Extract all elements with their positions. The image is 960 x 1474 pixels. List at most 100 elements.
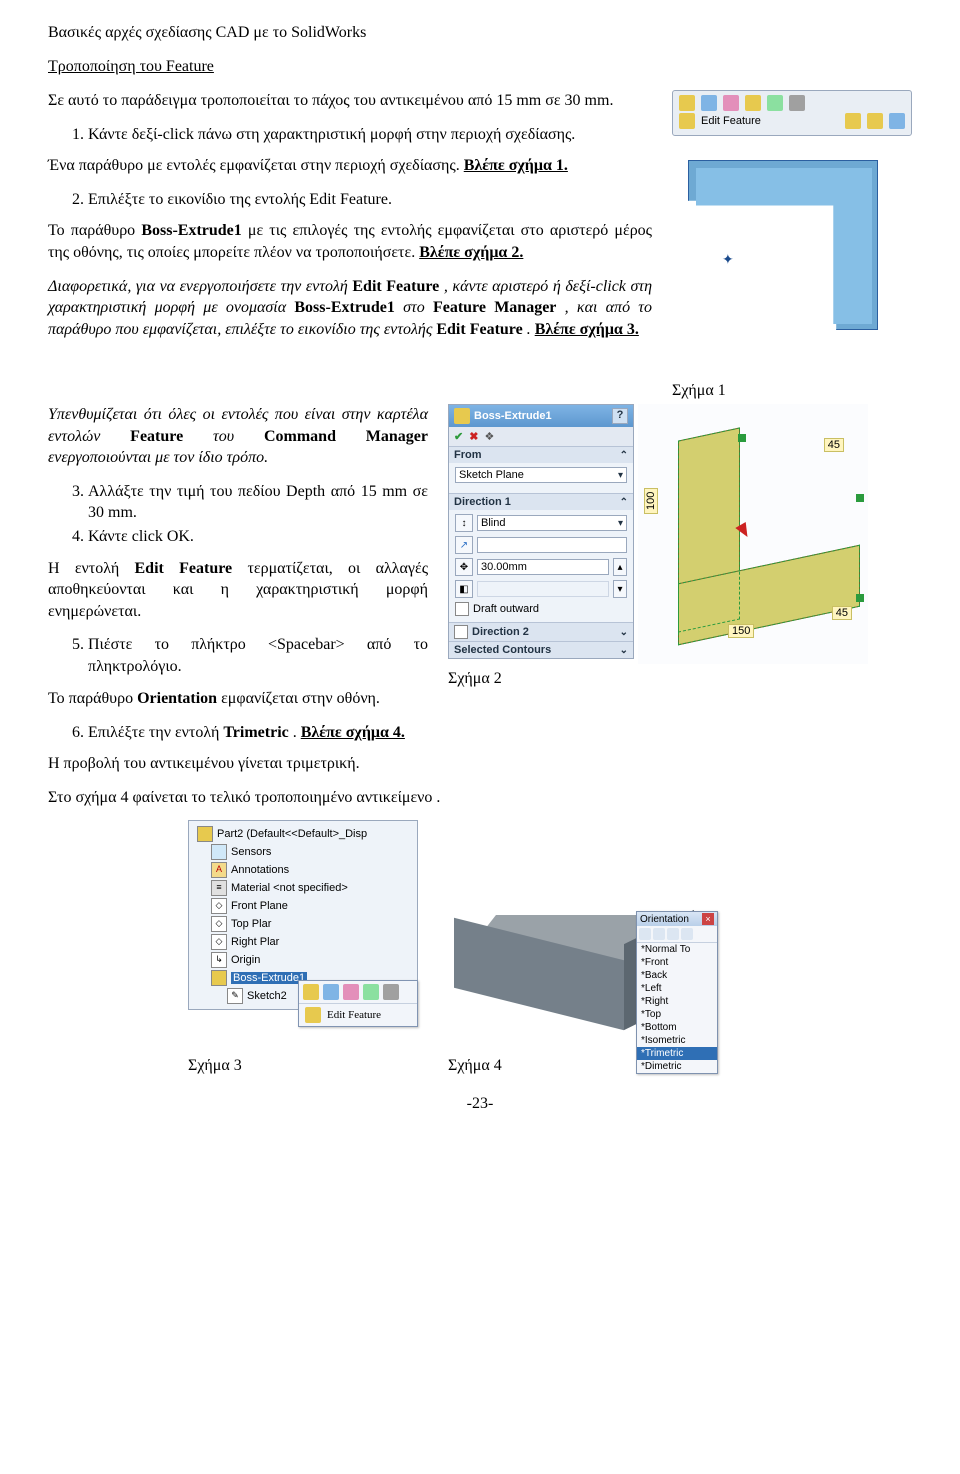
tree-front-label: Front Plane [231,900,288,912]
step-1: Κάντε δεξί-click πάνω στη χαρακτηριστική… [88,124,652,146]
tree-origin[interactable]: ↳ Origin [193,951,413,969]
s6b: Trimetric [223,724,288,741]
direction2-header[interactable]: Direction 2 ⌄ [449,622,633,641]
edit-feature-item[interactable]: Edit Feature [299,1004,417,1026]
tree-sketch-label: Sketch2 [247,990,287,1002]
spinner-up-icon[interactable]: ▴ [613,558,627,576]
dimension-100[interactable]: 100 [644,488,658,514]
ok-button[interactable]: ✔ [454,430,463,443]
orientation-item[interactable]: *Left [637,982,717,995]
orientation-item[interactable]: *Right [637,995,717,1008]
af2b: Boss-Extrude1 [141,222,241,239]
fig3-caption: Σχήμα 3 [188,1057,418,1075]
step-4: Κάντε click OK. [88,526,428,548]
see-fig1: Βλέπε σχήμα 1. [464,157,568,174]
toolbar-icon[interactable] [867,113,883,129]
orientation-tool-icon[interactable] [667,928,679,940]
close-icon[interactable]: × [702,913,714,925]
step-6: Επιλέξτε την εντολή Trimetric . Βλέπε σχ… [88,722,912,744]
tree-sensors[interactable]: Sensors [193,843,413,861]
drag-handle[interactable] [856,494,864,502]
orientation-item[interactable]: *Isometric [637,1034,717,1047]
drag-handle[interactable] [738,434,746,442]
figure-4: Orientation × *Normal To *Front *Back *L… [448,901,718,1075]
direction-vector-icon[interactable]: ↗ [455,536,473,554]
after-step2: Το παράθυρο Boss-Extrude1 με τις επιλογέ… [48,220,652,263]
plane-icon: ◇ [211,916,227,932]
note_e: ενεργοποιούνται με τον ίδιο τρόπο. [48,449,268,466]
edit-feature-icon[interactable] [303,984,319,1000]
af4a: Η εντολή [48,560,135,577]
dimension-150[interactable]: 150 [728,624,754,638]
orientation-item[interactable]: *Dimetric [637,1060,717,1073]
figure-3: Part2 (Default<<Default>_Disp Sensors A … [188,820,418,1075]
page-header: Βασικές αρχές σχεδίασης CAD με το SolidW… [48,24,912,42]
toolbar-icon[interactable] [789,95,805,111]
s6c: . [293,724,301,741]
orientation-item[interactable]: *Bottom [637,1021,717,1034]
direction2-checkbox[interactable] [454,625,468,639]
alt_f: Feature Manager [433,299,556,316]
dir2-label: Direction 2 [472,626,529,638]
orientation-item[interactable]: *Normal To [637,943,717,956]
orientation-tool-icon[interactable] [681,928,693,940]
menu-icon[interactable] [363,984,379,1000]
section-title: Τροποποίηση του Feature [48,58,912,76]
toolbar-icon[interactable] [701,95,717,111]
help-icon[interactable]: ? [612,408,628,424]
alt_d: Boss-Extrude1 [294,299,394,316]
tree-annotations[interactable]: A Annotations [193,861,413,879]
menu-icon[interactable] [343,984,359,1000]
end-condition-select[interactable]: Blind ▾ [477,515,627,531]
tree-root[interactable]: Part2 (Default<<Default>_Disp [193,825,413,843]
direction-field[interactable] [477,537,627,553]
part-icon [197,826,213,842]
from-select[interactable]: Sketch Plane ▾ [455,467,627,483]
drag-handle[interactable] [856,594,864,602]
toolbar-icon[interactable] [845,113,861,129]
toolbar-icon[interactable] [889,113,905,129]
draft-outward-checkbox[interactable] [455,602,469,616]
alt_a: Διαφορετικά, για να ενεργοποιήσετε την ε… [48,278,352,295]
see-fig3: Βλέπε σχήμα 3. [535,321,639,338]
after-step5: Το παράθυρο Orientation εμφανίζεται στην… [48,688,912,710]
orientation-tool-icon[interactable] [639,928,651,940]
step-2: Επιλέξτε το εικονίδιο της εντολής Edit F… [88,189,652,211]
toolbar-icon[interactable] [723,95,739,111]
draft-icon[interactable]: ◧ [455,580,473,598]
spinner-down-icon[interactable]: ▾ [613,580,627,598]
origin-icon: ✦ [722,252,734,269]
tree-front-plane[interactable]: ◇ Front Plane [193,897,413,915]
tree-right-plane[interactable]: ◇ Right Plar [193,933,413,951]
menu-icon[interactable] [383,984,399,1000]
toolbar-icon[interactable] [679,113,695,129]
dimension-45[interactable]: 45 [832,606,852,620]
depth-field[interactable]: 30.00mm [477,559,609,575]
detailed-preview-icon[interactable]: ❖ [484,430,494,443]
tree-material[interactable]: ≡ Material <not specified> [193,879,413,897]
dimension-45[interactable]: 45 [824,438,844,452]
cancel-button[interactable]: ✖ [469,430,478,443]
tree-top-plane[interactable]: ◇ Top Plar [193,915,413,933]
dir1-label: Direction 1 [454,496,511,508]
toolbar-icon[interactable] [767,95,783,111]
edit-feature-icon[interactable] [679,95,695,111]
step2-text: Επιλέξτε το εικονίδιο της εντολής Edit F… [88,191,392,208]
orientation-item[interactable]: *Back [637,969,717,982]
toolbar-icon[interactable] [745,95,761,111]
orientation-tool-icon[interactable] [653,928,665,940]
sketch-icon: ✎ [227,988,243,1004]
from-header[interactable]: From ⌃ [449,446,633,463]
orientation-item[interactable]: *Front [637,956,717,969]
orientation-item[interactable]: *Top [637,1008,717,1021]
tree-material-label: Material <not specified> [231,882,348,894]
reverse-direction-icon[interactable]: ↕ [455,514,473,532]
page-footer: -23- [48,1095,912,1113]
menu-icon[interactable] [323,984,339,1000]
orientation-item-selected[interactable]: *Trimetric [637,1047,717,1060]
chevron-down-icon: ⌄ [620,627,628,638]
tree-right-label: Right Plar [231,936,279,948]
alt-paragraph: Διαφορετικά, για να ενεργοποιήσετε την ε… [48,276,652,341]
selected-contours-header[interactable]: Selected Contours ⌄ [449,641,633,658]
direction1-header[interactable]: Direction 1 ⌃ [449,493,633,510]
